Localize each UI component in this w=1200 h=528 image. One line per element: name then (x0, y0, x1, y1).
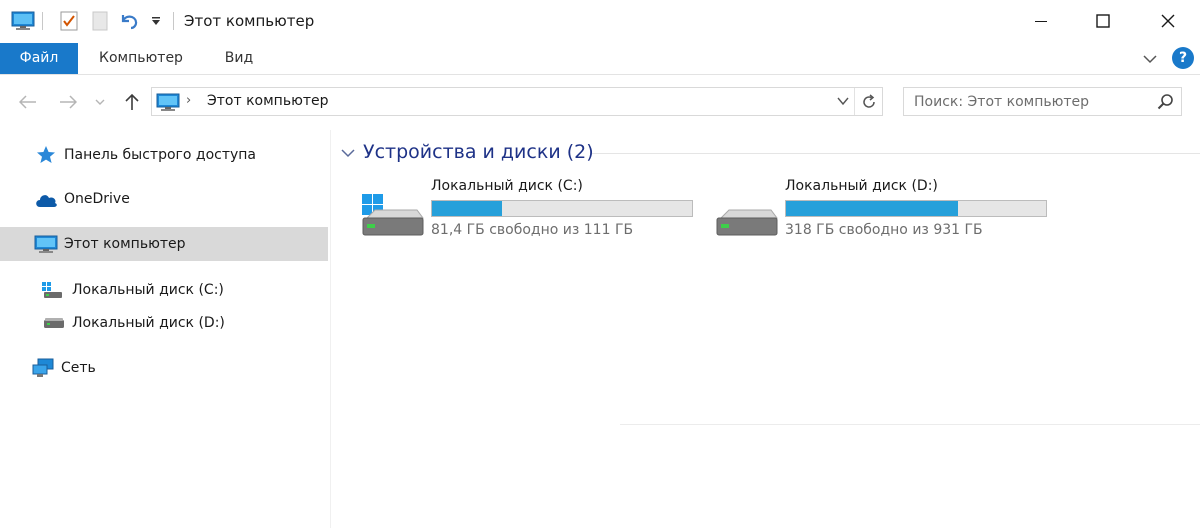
sidebar-item-drive-c[interactable]: Локальный диск (C:) (0, 273, 328, 307)
sidebar-item-label: OneDrive (64, 191, 130, 207)
quick-access-separator (42, 12, 43, 30)
chevron-down-icon (837, 97, 849, 106)
breadcrumb-separator[interactable]: › (186, 93, 191, 108)
sidebar-item-quick-access[interactable]: Панель быстрого доступа (0, 138, 328, 172)
drive-free-space: 318 ГБ свободно из 931 ГБ (785, 222, 983, 238)
system-drive-icon (361, 190, 425, 242)
chevron-down-icon[interactable] (341, 146, 355, 162)
drive-usage-bar (785, 200, 1047, 217)
properties-icon[interactable] (58, 10, 80, 32)
drive-tile-d[interactable]: Локальный диск (D:) 318 ГБ свободно из 9… (715, 176, 1047, 246)
forward-arrow-icon (60, 95, 77, 109)
star-icon (36, 145, 56, 165)
refresh-icon (862, 93, 875, 108)
up-button[interactable] (120, 90, 144, 114)
sidebar-item-label: Панель быстрого доступа (64, 147, 257, 163)
recent-dropdown-icon (95, 99, 105, 105)
monitor-icon[interactable] (9, 10, 37, 32)
breadcrumb-this-pc[interactable]: Этот компьютер (207, 93, 329, 109)
drive-usage-fill (432, 201, 503, 216)
drive-usage-fill (786, 201, 958, 216)
network-icon (32, 358, 54, 378)
drive-name: Локальный диск (C:) (431, 178, 583, 194)
chevron-down-icon (1143, 55, 1157, 64)
window-title: Этот компьютер (184, 12, 315, 30)
computer-icon (34, 235, 58, 254)
back-button[interactable] (16, 90, 40, 114)
sidebar-item-drive-d[interactable]: Локальный диск (D:) (0, 306, 328, 340)
drive-name: Локальный диск (D:) (785, 178, 938, 194)
drive-tile-c[interactable]: Локальный диск (C:) 81,4 ГБ свободно из … (361, 176, 693, 246)
sidebar-item-label: Сеть (61, 360, 96, 376)
ribbon-expand-button[interactable] (1142, 51, 1158, 67)
computer-icon (156, 93, 180, 116)
cloud-icon (34, 192, 58, 208)
address-dropdown-button[interactable] (836, 94, 852, 110)
forward-button[interactable] (56, 90, 80, 114)
pane-divider (330, 130, 331, 528)
sidebar-item-label: Локальный диск (D:) (72, 315, 225, 331)
sidebar-item-label: Этот компьютер (64, 236, 186, 252)
help-icon[interactable]: ? (1172, 47, 1194, 69)
up-arrow-icon (125, 93, 139, 110)
search-input[interactable] (904, 88, 1149, 115)
sidebar-item-onedrive[interactable]: OneDrive (0, 182, 328, 216)
drive-icon (715, 190, 779, 242)
sidebar-item-label: Локальный диск (C:) (72, 282, 224, 298)
title-separator (173, 12, 174, 30)
drive-usage-bar (431, 200, 693, 217)
search-box[interactable] (903, 87, 1182, 116)
maximize-button[interactable] (1080, 0, 1126, 42)
undo-icon[interactable] (117, 10, 141, 32)
drive-free-space: 81,4 ГБ свободно из 111 ГБ (431, 222, 634, 238)
customize-dropdown-icon[interactable] (148, 10, 164, 32)
new-folder-icon[interactable] (89, 10, 111, 32)
refresh-button[interactable] (854, 88, 882, 115)
ribbon: Файл Компьютер Вид ? (0, 43, 1200, 75)
tab-computer[interactable]: Компьютер (88, 43, 194, 74)
sidebar-item-network[interactable]: Сеть (0, 351, 328, 385)
content-divider (620, 424, 1200, 425)
title-bar: Этот компьютер (0, 0, 1200, 42)
maximize-icon (1096, 14, 1110, 28)
drive-icon (44, 317, 64, 329)
system-drive-icon (42, 282, 64, 298)
back-arrow-icon (19, 95, 36, 109)
recent-locations-button[interactable] (92, 90, 108, 114)
group-title: Устройства и диски (2) (363, 141, 594, 163)
search-icon[interactable] (1157, 93, 1175, 115)
minimize-button[interactable] (1018, 0, 1064, 42)
address-bar[interactable]: › Этот компьютер (151, 87, 883, 116)
sidebar-item-this-pc[interactable]: Этот компьютер (0, 227, 328, 261)
navigation-pane: Панель быстрого доступа OneDrive Этот ко… (0, 130, 328, 528)
close-button[interactable] (1145, 0, 1191, 42)
group-separator-line (592, 153, 1200, 154)
minimize-icon (1035, 21, 1047, 22)
close-icon (1161, 14, 1175, 28)
tab-view[interactable]: Вид (212, 43, 266, 74)
tab-file[interactable]: Файл (0, 43, 78, 74)
